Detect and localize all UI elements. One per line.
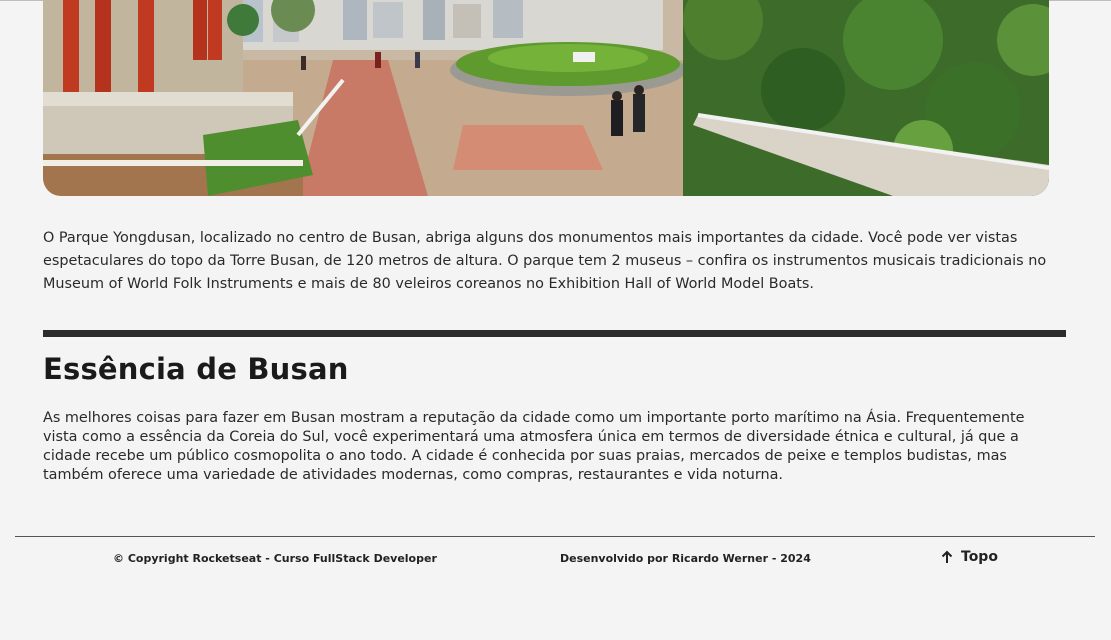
section-title: Essência de Busan bbox=[43, 352, 349, 386]
footer-copyright: © Copyright Rocketseat - Curso FullStack… bbox=[113, 552, 437, 565]
section-divider bbox=[43, 330, 1066, 337]
intro-paragraph: O Parque Yongdusan, localizado no centro… bbox=[43, 230, 1047, 292]
footer-developer-credit: Desenvolvido por Ricardo Werner - 2024 bbox=[560, 552, 811, 565]
back-to-top-link[interactable]: Topo bbox=[939, 549, 998, 565]
arrow-up-icon bbox=[939, 549, 955, 565]
back-to-top-label: Topo bbox=[961, 549, 998, 565]
footer-divider bbox=[15, 536, 1095, 537]
hero-image bbox=[43, 0, 1049, 196]
section-paragraph: As melhores coisas para fazer em Busan m… bbox=[43, 410, 1025, 483]
park-illustration bbox=[43, 0, 1049, 196]
